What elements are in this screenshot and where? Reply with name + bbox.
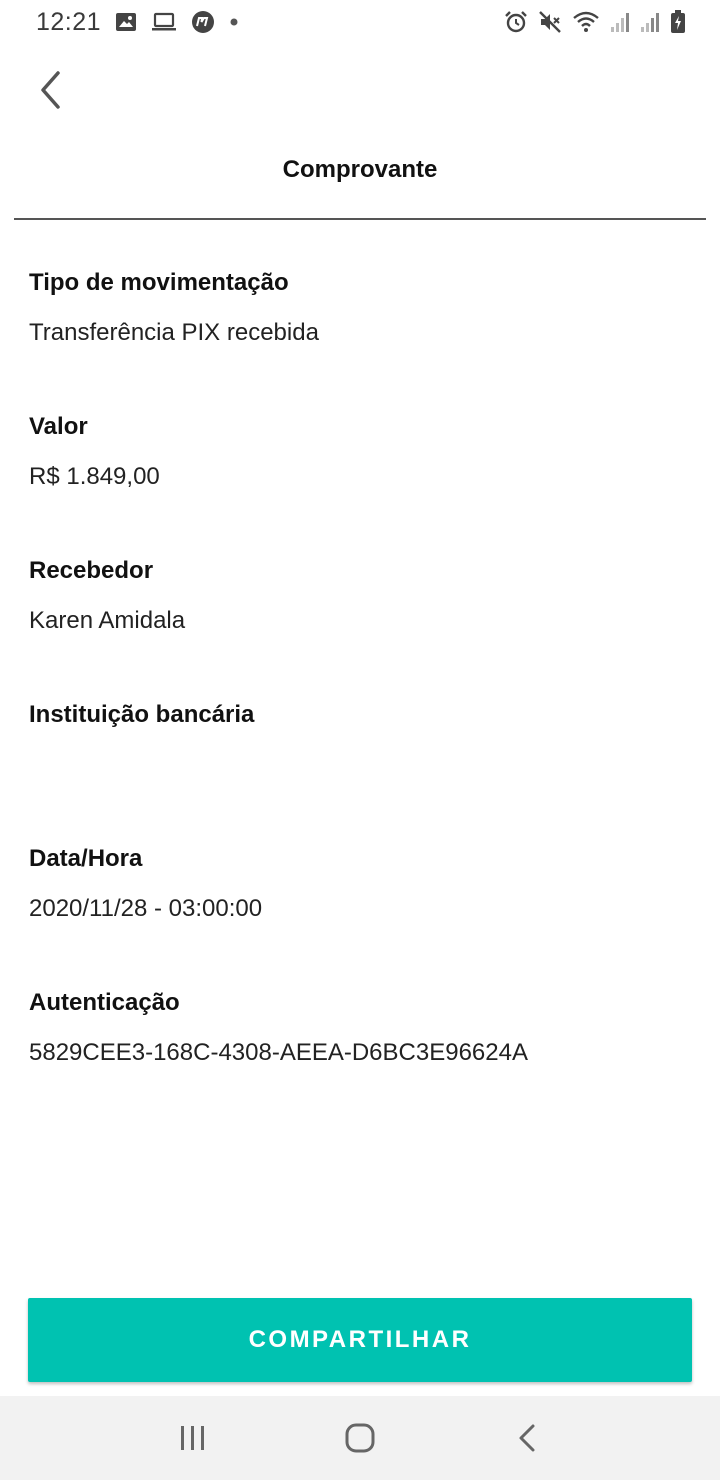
chevron-left-icon <box>38 70 62 110</box>
wifi-icon <box>572 10 600 34</box>
back-icon <box>517 1423 537 1453</box>
field-value: R$ 1.849,00 <box>29 463 160 490</box>
status-left: 12:21 <box>36 8 239 37</box>
field-value: Karen Amidala <box>29 607 186 634</box>
header-divider <box>14 218 706 220</box>
recent-apps-button[interactable] <box>158 1403 228 1473</box>
field-data-hora: Data/Hora 2020/11/28 - 03:00:00 <box>29 842 689 986</box>
share-button-label: COMPARTILHAR <box>248 1326 472 1353</box>
field-value: 2020/11/28 - 03:00:00 <box>29 895 263 922</box>
page-title: Comprovante <box>282 156 438 183</box>
recent-apps-icon <box>179 1425 207 1451</box>
laptop-icon <box>151 12 177 32</box>
alarm-icon <box>504 10 528 34</box>
field-recebedor: Recebedor Karen Amidala <box>29 554 689 698</box>
field-label: Tipo de movimentação <box>29 269 289 296</box>
field-label: Data/Hora <box>29 845 143 872</box>
field-label: Valor <box>29 413 88 440</box>
system-nav-bar <box>0 1396 720 1480</box>
dot-icon <box>229 17 239 27</box>
field-value: 5829CEE3-168C-4308-AEEA-D6BC3E96624A <box>29 1039 528 1066</box>
receipt-details: Tipo de movimentação Transferência PIX r… <box>29 266 689 1130</box>
field-autenticacao: Autenticação 5829CEE3-168C-4308-AEEA-D6B… <box>29 986 689 1130</box>
field-valor: Valor R$ 1.849,00 <box>29 410 689 554</box>
field-label: Autenticação <box>29 989 180 1016</box>
status-time: 12:21 <box>36 7 102 36</box>
signal-icon <box>610 11 630 33</box>
mute-icon <box>538 10 562 34</box>
system-back-button[interactable] <box>492 1403 562 1473</box>
signal-icon <box>640 11 660 33</box>
back-button[interactable] <box>24 62 76 118</box>
app-m-icon <box>191 10 215 34</box>
battery-icon <box>670 10 686 34</box>
field-value: Transferência PIX recebida <box>29 319 319 346</box>
image-icon <box>115 12 137 32</box>
screen: 12:21 Comprovante Tipo de movimentação T… <box>0 0 720 1480</box>
home-icon <box>344 1422 376 1454</box>
share-button[interactable]: COMPARTILHAR <box>28 1298 692 1382</box>
field-label: Instituição bancária <box>29 701 255 728</box>
field-label: Recebedor <box>29 557 154 584</box>
field-tipo-movimentacao: Tipo de movimentação Transferência PIX r… <box>29 266 689 410</box>
field-instituicao-bancaria: Instituição bancária <box>29 698 689 842</box>
field-value <box>29 748 689 782</box>
status-right <box>504 10 686 34</box>
home-button[interactable] <box>325 1403 395 1473</box>
status-bar: 12:21 <box>0 0 720 44</box>
